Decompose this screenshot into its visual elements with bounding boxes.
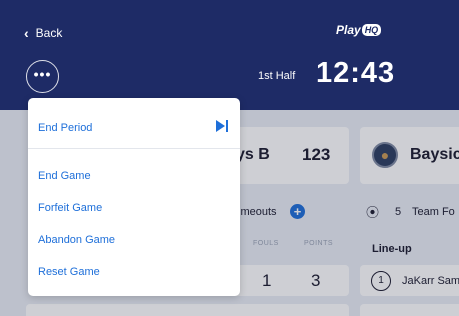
top-bar: ‹ Back Play HQ ••• 1st Half 12:43: [0, 0, 459, 110]
menu-divider: [28, 148, 240, 149]
game-clock: 12:43: [316, 57, 396, 89]
menu-item-forfeit-game[interactable]: Forfeit Game: [38, 202, 102, 214]
menu-item-abandon-game[interactable]: Abandon Game: [38, 234, 115, 246]
menu-item-reset-game[interactable]: Reset Game: [38, 266, 100, 278]
chevron-left-icon: ‹: [24, 25, 29, 41]
playhq-logo: Play HQ: [336, 23, 382, 37]
period-label: 1st Half: [258, 70, 296, 82]
more-dots-icon: •••: [33, 66, 52, 82]
logo-hq-text: HQ: [361, 24, 382, 36]
menu-item-end-game[interactable]: End Game: [38, 170, 91, 182]
skip-end-icon[interactable]: [215, 119, 229, 133]
back-button[interactable]: ‹ Back: [24, 25, 62, 41]
menu-item-end-period[interactable]: End Period: [38, 122, 92, 134]
more-options-button[interactable]: •••: [26, 60, 59, 93]
options-menu: End Period End Game Forfeit Game Abandon…: [28, 98, 240, 296]
logo-play-text: Play: [336, 23, 361, 37]
back-label: Back: [35, 26, 63, 40]
